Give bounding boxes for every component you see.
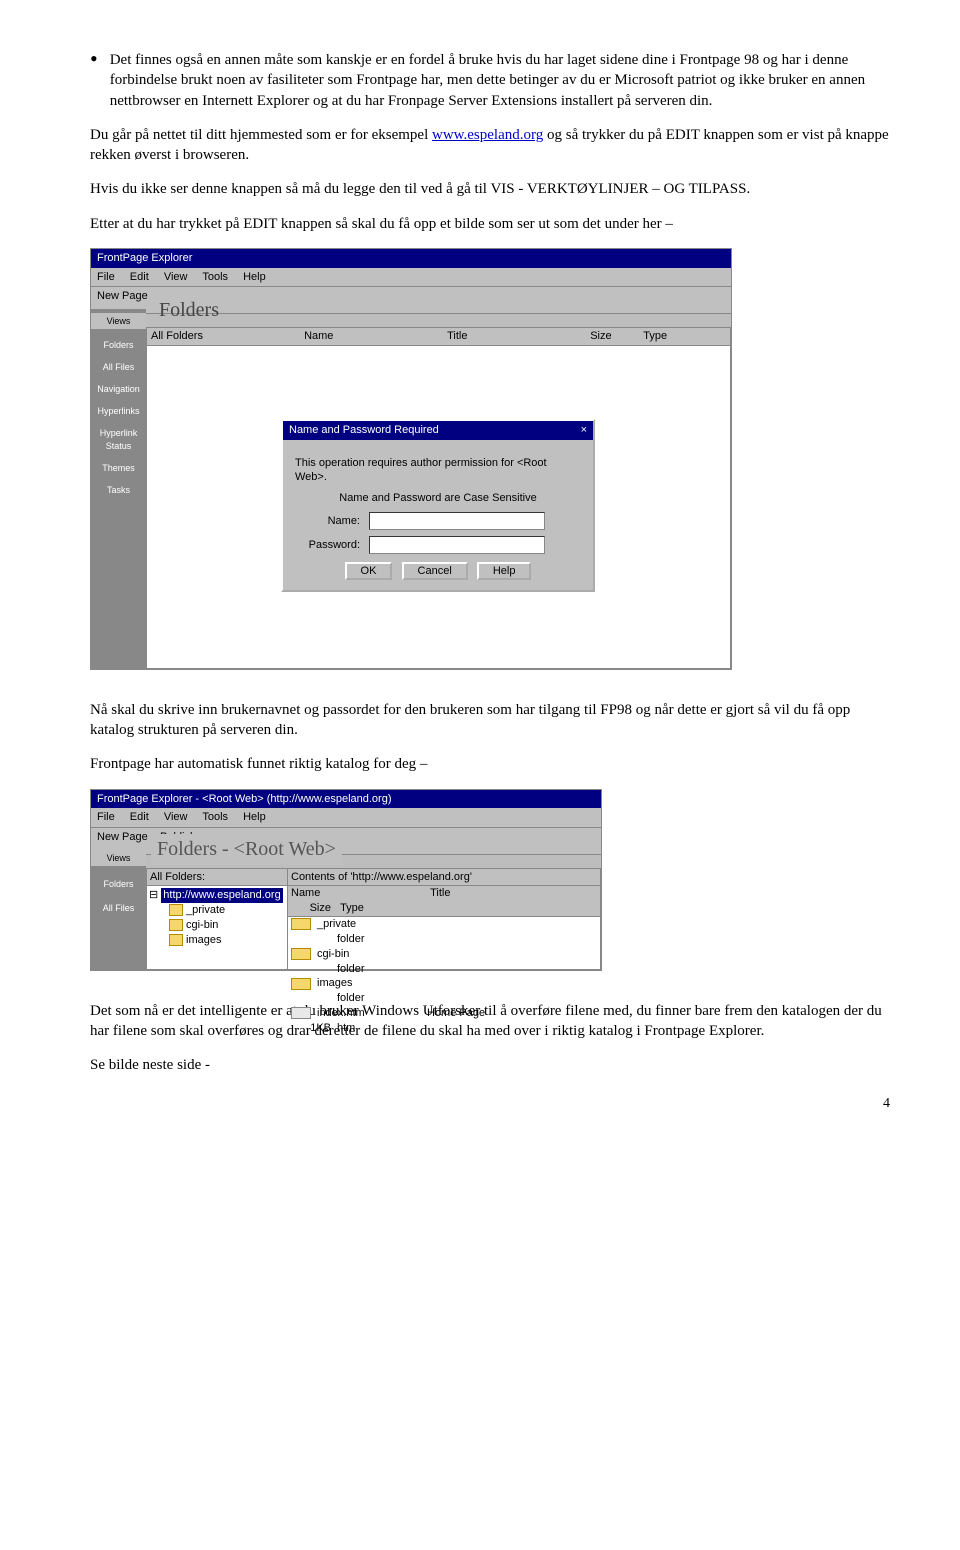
file-list: Contents of 'http://www.espeland.org' Na… bbox=[287, 868, 601, 970]
list-item[interactable]: index.htmHome Page1KBhtm bbox=[288, 1006, 600, 1036]
bullet-item: • Det finnes også en annen måte som kans… bbox=[90, 50, 890, 111]
folder-tree: All Folders: ⊟ http://www.espeland.org _… bbox=[146, 868, 292, 970]
side-allfiles[interactable]: All Files bbox=[91, 361, 146, 373]
menu-bar: File Edit View Tools Help bbox=[91, 268, 731, 288]
para-5: Nå skal du skrive inn brukernavnet og pa… bbox=[90, 700, 890, 741]
side-folders[interactable]: Folders bbox=[91, 339, 146, 351]
bullet-icon: • bbox=[90, 48, 98, 111]
page-number: 4 bbox=[90, 1095, 890, 1114]
side-hyperlink-status[interactable]: Hyperlink Status bbox=[91, 427, 146, 451]
folder-icon bbox=[169, 934, 183, 946]
folders-header-2: Folders - <Root Web> bbox=[151, 834, 342, 865]
name-field[interactable] bbox=[369, 512, 545, 530]
folder-icon bbox=[291, 978, 311, 990]
side-views-label-2: Views bbox=[91, 850, 146, 866]
col-allfolders: All Folders bbox=[151, 329, 301, 344]
dialog-title: Name and Password Required bbox=[289, 423, 439, 438]
folders-header: Folders bbox=[151, 293, 227, 328]
menu-view-2[interactable]: View bbox=[164, 811, 188, 823]
list-item[interactable]: _privatefolder bbox=[288, 917, 600, 947]
side-folders-2[interactable]: Folders bbox=[91, 878, 146, 890]
folder-icon bbox=[169, 919, 183, 931]
col-type-2[interactable]: Type bbox=[337, 901, 383, 916]
tree-item-images[interactable]: images bbox=[149, 933, 289, 948]
para-6: Frontpage har automatisk funnet riktig k… bbox=[90, 754, 890, 774]
side-allfiles-2[interactable]: All Files bbox=[91, 902, 146, 914]
file-icon bbox=[291, 1007, 311, 1019]
side-themes[interactable]: Themes bbox=[91, 462, 146, 474]
list-columns: Name Title Size Type bbox=[288, 886, 600, 917]
side-hyperlinks[interactable]: Hyperlinks bbox=[91, 405, 146, 417]
col-name[interactable]: Name bbox=[304, 329, 444, 344]
cancel-button[interactable]: Cancel bbox=[402, 562, 468, 580]
help-button[interactable]: Help bbox=[477, 562, 532, 580]
para-2a: Du går på nettet til ditt hjemmested som… bbox=[90, 127, 432, 143]
col-name-2[interactable]: Name bbox=[288, 886, 424, 901]
content-header-row: All Folders Name Title Size Type bbox=[147, 328, 730, 346]
tree-item-private[interactable]: _private bbox=[149, 903, 289, 918]
close-icon[interactable]: × bbox=[581, 423, 587, 438]
tree-root-label: http://www.espeland.org bbox=[161, 888, 282, 903]
new-page-button[interactable]: New Page bbox=[97, 290, 148, 302]
screenshot-1: FrontPage Explorer File Edit View Tools … bbox=[90, 248, 732, 670]
link-espeland[interactable]: www.espeland.org bbox=[432, 127, 543, 143]
folder-icon bbox=[169, 904, 183, 916]
list-header: Contents of 'http://www.espeland.org' bbox=[288, 869, 600, 887]
tree-header: All Folders: bbox=[147, 869, 291, 887]
screenshot-2: FrontPage Explorer - <Root Web> (http://… bbox=[90, 789, 602, 971]
ok-button[interactable]: OK bbox=[345, 562, 393, 580]
window-title-2: FrontPage Explorer - <Root Web> (http://… bbox=[91, 790, 601, 809]
para-8: Se bilde neste side - bbox=[90, 1055, 890, 1075]
menu-help-2[interactable]: Help bbox=[243, 811, 266, 823]
password-label: Password: bbox=[295, 538, 360, 553]
menu-edit[interactable]: Edit bbox=[130, 271, 149, 283]
menu-tools[interactable]: Tools bbox=[202, 271, 228, 283]
menu-view[interactable]: View bbox=[164, 271, 188, 283]
list-item[interactable]: cgi-binfolder bbox=[288, 947, 600, 977]
menu-edit-2[interactable]: Edit bbox=[130, 811, 149, 823]
para-3: Hvis du ikke ser denne knappen så må du … bbox=[90, 179, 890, 199]
para-4: Etter at du har trykket på EDIT knappen … bbox=[90, 214, 890, 234]
tree-root[interactable]: ⊟ http://www.espeland.org bbox=[149, 888, 289, 903]
side-tasks[interactable]: Tasks bbox=[91, 484, 146, 496]
password-field[interactable] bbox=[369, 536, 545, 554]
dialog-text-1: This operation requires author permissio… bbox=[295, 456, 581, 486]
menu-bar-2: File Edit View Tools Help bbox=[91, 808, 601, 828]
views-sidebar-2: Views Folders All Files bbox=[91, 850, 146, 970]
side-views-label: Views bbox=[91, 313, 146, 329]
views-sidebar: Views Folders All Files Navigation Hyper… bbox=[91, 309, 146, 669]
window-title: FrontPage Explorer bbox=[91, 249, 731, 268]
tree-item-cgibin[interactable]: cgi-bin bbox=[149, 918, 289, 933]
name-label: Name: bbox=[295, 514, 360, 529]
folder-icon bbox=[291, 918, 311, 930]
menu-tools-2[interactable]: Tools bbox=[202, 811, 228, 823]
dialog-titlebar: Name and Password Required × bbox=[283, 421, 593, 440]
col-title[interactable]: Title bbox=[447, 329, 587, 344]
side-navigation[interactable]: Navigation bbox=[91, 383, 146, 395]
auth-dialog: Name and Password Required × This operat… bbox=[281, 419, 595, 592]
col-type[interactable]: Type bbox=[643, 329, 683, 344]
para-2: Du går på nettet til ditt hjemmested som… bbox=[90, 125, 890, 166]
folder-icon bbox=[291, 948, 311, 960]
menu-file[interactable]: File bbox=[97, 271, 115, 283]
para-1: Det finnes også en annen måte som kanskj… bbox=[110, 50, 890, 111]
menu-help[interactable]: Help bbox=[243, 271, 266, 283]
list-item[interactable]: imagesfolder bbox=[288, 976, 600, 1006]
col-size[interactable]: Size bbox=[590, 329, 640, 344]
new-page-button-2[interactable]: New Page bbox=[97, 831, 148, 843]
dialog-text-2: Name and Password are Case Sensitive bbox=[295, 491, 581, 506]
menu-file-2[interactable]: File bbox=[97, 811, 115, 823]
col-title-2[interactable]: Title bbox=[427, 886, 563, 901]
col-size-2[interactable]: Size bbox=[288, 901, 334, 916]
